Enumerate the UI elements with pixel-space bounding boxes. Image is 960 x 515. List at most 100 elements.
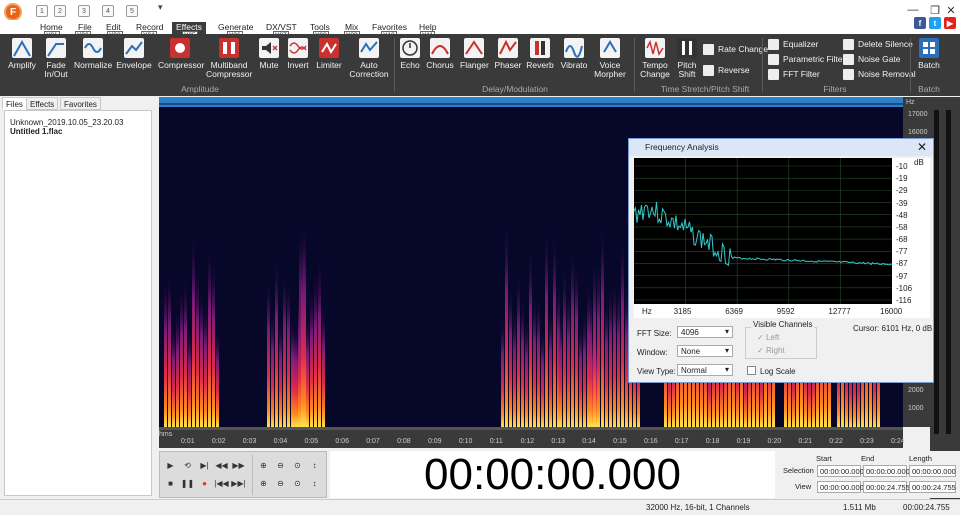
flanger-button[interactable]: Flanger: [460, 38, 489, 70]
multiband-compressor-button[interactable]: Multiband Compressor: [206, 38, 252, 79]
zoom-selection-icon[interactable]: ⊙: [290, 458, 305, 472]
twitter-icon[interactable]: t: [929, 17, 941, 29]
view-start-field[interactable]: 00:00:00.000: [817, 481, 864, 493]
stop-button[interactable]: ■: [163, 476, 178, 490]
normalize-icon: [83, 38, 103, 58]
undo-icon[interactable]: 4: [102, 5, 114, 17]
spectrogram-band: [314, 270, 317, 427]
minimize-button[interactable]: —: [902, 2, 924, 18]
phaser-button[interactable]: Phaser: [494, 38, 522, 70]
fft-filter-button[interactable]: FFT Filter: [768, 67, 820, 81]
chorus-button[interactable]: Chorus: [426, 38, 454, 70]
parametric-filters-button[interactable]: Parametric Filters: [768, 52, 850, 66]
title-bar: [0, 0, 960, 22]
close-button[interactable]: ✕: [940, 2, 960, 18]
view-type-select[interactable]: Normal: [677, 364, 733, 376]
group-label-time: Time Stretch/Pitch Shift: [660, 84, 750, 94]
time-tick-label: 0:13: [551, 438, 566, 445]
selection-length-field[interactable]: 00:00:00.000: [909, 465, 956, 477]
log-scale-checkbox[interactable]: [747, 366, 756, 375]
voice-morpher-button[interactable]: Voice Morpher: [592, 38, 628, 79]
flanger-icon: [464, 38, 484, 58]
youtube-icon[interactable]: ▶: [944, 17, 956, 29]
db-tick-label: -77: [896, 247, 908, 257]
list-item[interactable]: Untitled 1.flac: [10, 127, 62, 136]
tab-favorites-panel[interactable]: Favorites: [60, 97, 101, 110]
rewind-button[interactable]: ◀◀: [214, 458, 229, 472]
rate-change-button[interactable]: Rate Change: [703, 42, 768, 56]
echo-button[interactable]: Echo: [398, 38, 422, 70]
zoom-in-full-icon[interactable]: ⊕: [256, 476, 271, 490]
db-tick-label: -29: [896, 186, 908, 196]
group-separator: [762, 38, 763, 92]
db-tick-label: -97: [896, 271, 908, 281]
pitch-shift-button[interactable]: Pitch Shift: [674, 38, 700, 79]
qat-dropdown-icon[interactable]: ▾: [158, 2, 163, 13]
reverse-button[interactable]: Reverse: [703, 63, 750, 77]
left-channel-checkbox[interactable]: ✓ Left: [757, 333, 779, 342]
zoom-in-icon[interactable]: ⊕: [256, 458, 271, 472]
mute-button[interactable]: Mute: [256, 38, 282, 70]
invert-button[interactable]: Invert: [284, 38, 312, 70]
timeline[interactable]: hms 0:01 0:02 0:03 0:04 0:05 0:06 0:07 0:08 0:09…: [159, 427, 905, 448]
noise-gate-button[interactable]: Noise Gate: [843, 52, 901, 66]
right-channel-checkbox[interactable]: ✓ Right: [757, 346, 785, 355]
auto-correction-button[interactable]: Auto Correction: [348, 38, 390, 79]
go-to-end-button[interactable]: ▶▶|: [231, 476, 246, 490]
record-button[interactable]: ●: [197, 476, 212, 490]
selection-end-field[interactable]: 00:00:00.000: [863, 465, 910, 477]
tab-effects-panel[interactable]: Effects: [26, 97, 59, 110]
loop-button[interactable]: ⟲: [180, 458, 195, 472]
window-select[interactable]: None: [677, 345, 733, 357]
amplify-button[interactable]: Amplify: [6, 38, 38, 70]
open-icon[interactable]: 2: [54, 5, 66, 17]
app-logo-icon[interactable]: F: [4, 3, 22, 21]
dialog-close-button[interactable]: ✕: [917, 140, 927, 154]
tab-files[interactable]: Files: [2, 97, 27, 110]
spectrogram-band: [216, 327, 219, 427]
window-label: Window:: [637, 348, 668, 357]
fft-filter-icon: [768, 68, 779, 80]
new-icon[interactable]: 1: [36, 5, 48, 17]
save-icon[interactable]: 3: [78, 5, 90, 17]
selection-start-field[interactable]: 00:00:00.000: [817, 465, 864, 477]
envelope-button[interactable]: Envelope: [116, 38, 152, 70]
fast-forward-button[interactable]: ▶▶: [231, 458, 246, 472]
spectrogram-band: [559, 308, 562, 427]
time-tick-label: 0:14: [582, 438, 596, 445]
equalizer-button[interactable]: Equalizer: [768, 37, 818, 51]
zoom-out-full-icon[interactable]: ⊖: [273, 476, 288, 490]
spectrogram-band: [208, 243, 211, 427]
list-item[interactable]: Unknown_2019.10.05_23.20.03: [10, 118, 123, 127]
fft-size-select[interactable]: 4096: [677, 326, 733, 338]
timeline-ruler: [159, 427, 903, 430]
limiter-button[interactable]: Limiter: [314, 38, 344, 70]
zoom-out-icon[interactable]: ⊖: [273, 458, 288, 472]
fade-in-out-button[interactable]: Fade In/Out: [40, 38, 72, 79]
play-button[interactable]: ▶: [163, 458, 178, 472]
play-to-end-button[interactable]: ▶|: [197, 458, 212, 472]
vibrato-button[interactable]: Vibrato: [560, 38, 588, 70]
overview-bar[interactable]: [159, 97, 903, 107]
view-length-field[interactable]: 00:00:24.755: [909, 481, 956, 493]
compressor-button[interactable]: Compressor: [158, 38, 204, 70]
selection-label: Selection: [783, 466, 814, 475]
noise-removal-button[interactable]: Noise Removal: [843, 67, 916, 81]
tempo-change-button[interactable]: Tempo Change: [638, 38, 672, 79]
zoom-vertical-icon[interactable]: ↕: [307, 458, 322, 472]
view-end-field[interactable]: 00:00:24.755: [863, 481, 910, 493]
spectrogram-band: [521, 297, 524, 427]
batch-button[interactable]: Batch: [914, 38, 944, 70]
zoom-vertical-full-icon[interactable]: ↕: [307, 476, 322, 490]
time-tick-label: 0:09: [427, 438, 442, 445]
pause-button[interactable]: ❚❚: [180, 476, 195, 490]
reverb-button[interactable]: Reverb: [526, 38, 554, 70]
zoom-fit-icon[interactable]: ⊙: [290, 476, 305, 490]
normalize-button[interactable]: Normalize: [74, 38, 112, 70]
delete-silence-button[interactable]: Delete Silence: [843, 37, 913, 51]
facebook-icon[interactable]: f: [914, 17, 926, 29]
spectrogram-band: [212, 258, 215, 427]
db-tick-label: -58: [896, 222, 908, 232]
go-to-start-button[interactable]: |◀◀: [214, 476, 229, 490]
redo-icon[interactable]: 5: [126, 5, 138, 17]
